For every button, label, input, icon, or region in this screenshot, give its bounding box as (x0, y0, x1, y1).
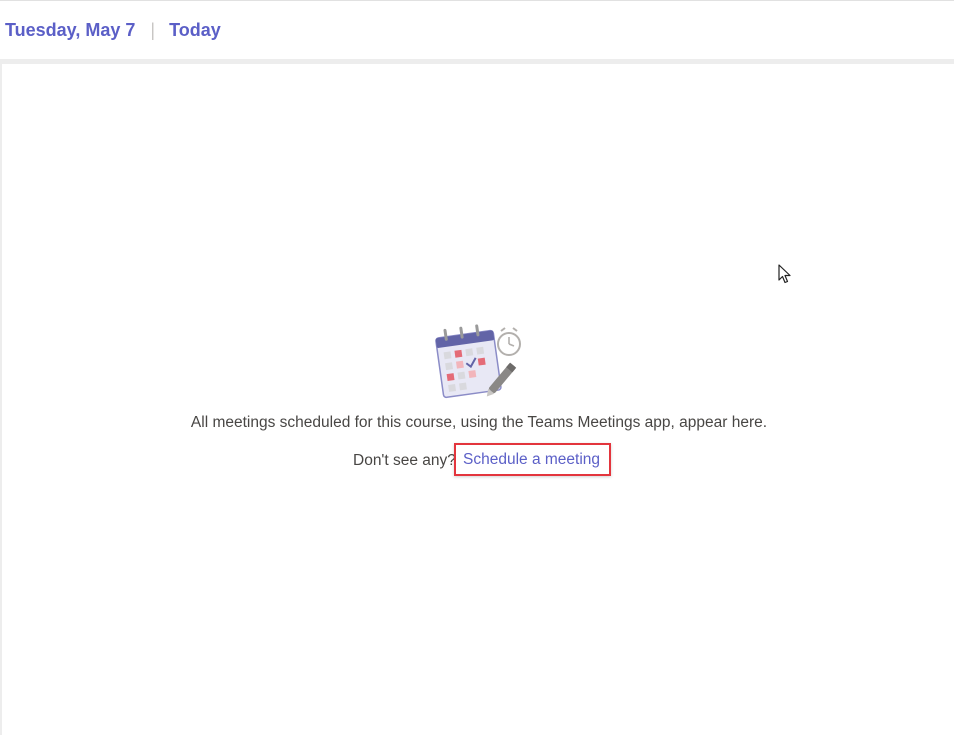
calendar-header: Tuesday, May 7 | Today (0, 0, 954, 59)
left-border (0, 64, 2, 735)
current-date-label[interactable]: Tuesday, May 7 (5, 20, 135, 41)
today-button[interactable]: Today (169, 20, 221, 41)
date-navigation: Tuesday, May 7 | Today (5, 20, 221, 41)
header-separator: | (150, 20, 156, 40)
mouse-pointer-icon (778, 264, 792, 284)
calendar-clock-pen-icon (433, 316, 525, 402)
header-divider (0, 59, 954, 64)
empty-state-message: All meetings scheduled for this course, … (190, 414, 768, 431)
empty-state-prompt: Don't see any? (353, 452, 456, 469)
schedule-meeting-link[interactable]: Schedule a meeting (454, 443, 611, 476)
